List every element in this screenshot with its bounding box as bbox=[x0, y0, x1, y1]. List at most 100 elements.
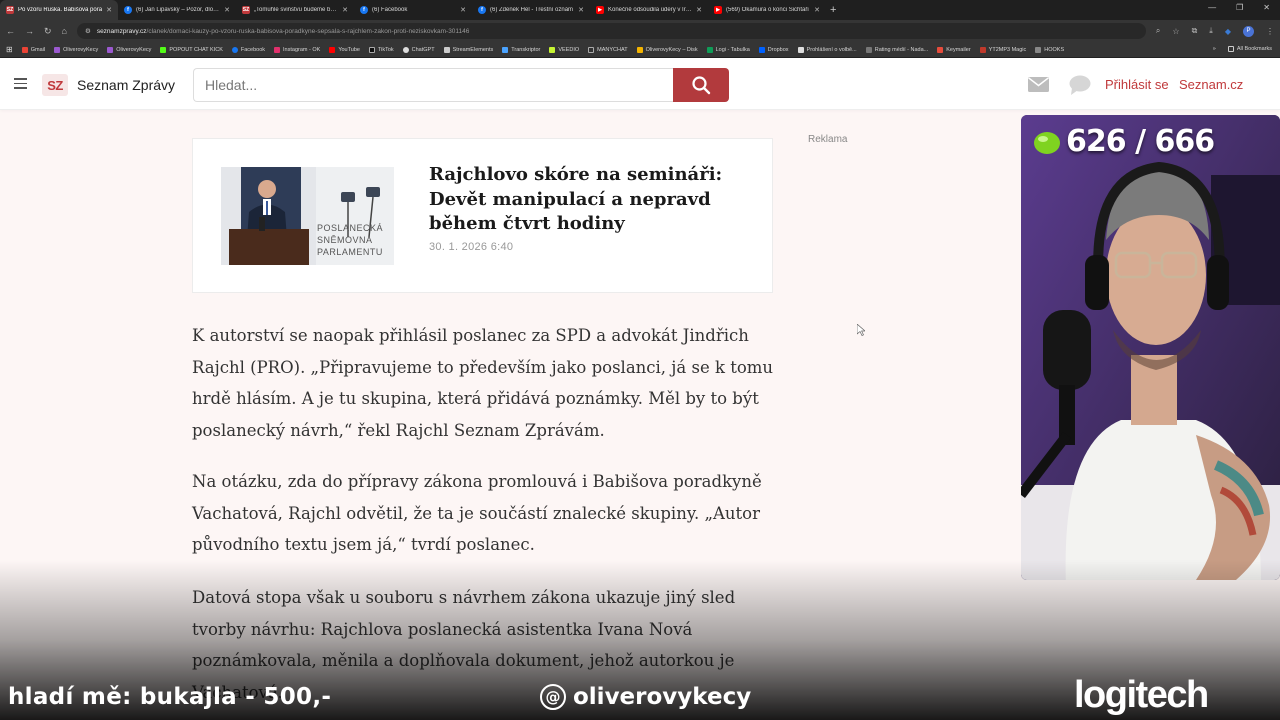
sheets-icon bbox=[706, 46, 713, 53]
extensions-icon[interactable]: ⧉ bbox=[1192, 26, 1198, 36]
related-article-date: 30. 1. 2026 6:40 bbox=[429, 241, 514, 253]
veed-icon bbox=[549, 46, 556, 53]
related-article-card[interactable]: POSLANECKÁ SNĚMOVNA PARLAMENTU Rajchlovo… bbox=[192, 138, 773, 293]
close-icon[interactable]: ✕ bbox=[342, 6, 348, 14]
browser-tab-bar: SZ Po vzoru Ruska. Babišova pora ✕ f (6)… bbox=[0, 0, 1280, 20]
browser-tab[interactable]: f (6) Zdenek Hel - Trestní oznám ✕ bbox=[472, 0, 590, 20]
bookmark-favicon-icon bbox=[54, 46, 61, 53]
back-icon[interactable]: ← bbox=[6, 26, 15, 36]
maximize-icon[interactable]: ❐ bbox=[1236, 3, 1243, 12]
tab-title: (6) Zdenek Hel - Trestní oznám bbox=[490, 7, 574, 13]
hamburger-menu-icon[interactable] bbox=[14, 78, 27, 92]
dropbox-icon bbox=[758, 46, 765, 53]
youtube-icon: ▶ bbox=[596, 6, 604, 14]
chat-icon[interactable] bbox=[1069, 75, 1091, 95]
bookmark-item[interactable]: Facebook bbox=[231, 46, 265, 53]
bookmark-star-icon[interactable]: ☆ bbox=[1172, 27, 1179, 36]
logo-badge[interactable]: SZ bbox=[42, 74, 68, 96]
tab-title: Konečně odsoudila údery v Írán bbox=[608, 7, 693, 13]
yt2mp3-icon bbox=[979, 46, 986, 53]
ad-label: Reklama bbox=[808, 134, 848, 145]
close-icon[interactable]: ✕ bbox=[578, 6, 584, 14]
bookmark-item[interactable]: OliverovyKecy bbox=[107, 46, 151, 53]
keymailer-icon bbox=[937, 46, 944, 53]
bookmark-item[interactable]: OliverovyKecy bbox=[54, 46, 98, 53]
tab-title: (569) Okamura o konci Šichtaři bbox=[726, 7, 809, 13]
browser-tab[interactable]: ▶ (569) Okamura o konci Šichtaři ✕ bbox=[708, 0, 826, 20]
site-info-icon[interactable]: ⚙ bbox=[85, 27, 91, 35]
minimize-icon[interactable]: — bbox=[1208, 3, 1216, 12]
bookmark-favicon-icon bbox=[865, 46, 872, 53]
bookmark-item[interactable]: Gmail bbox=[21, 46, 45, 53]
logo-text[interactable]: Seznam Zprávy bbox=[77, 77, 175, 93]
more-bookmarks-icon[interactable]: » bbox=[1213, 46, 1216, 52]
bookmark-item[interactable]: POPOUT CHAT KICK bbox=[160, 46, 223, 53]
download-icon[interactable]: ⤓ bbox=[1209, 26, 1213, 36]
bookmark-item[interactable]: TikTok bbox=[368, 46, 394, 53]
bookmark-item[interactable]: Transkriptor bbox=[502, 46, 540, 53]
bookmark-item[interactable]: Instagram - OK bbox=[274, 46, 320, 53]
facebook-icon: f bbox=[478, 6, 486, 14]
streamer-video bbox=[1021, 115, 1280, 580]
browser-tab[interactable]: f (6) Jan Lipavský – Pozor, dlouhé ✕ bbox=[118, 0, 236, 20]
facebook-icon bbox=[231, 46, 238, 53]
bookmark-item[interactable]: ChatGPT bbox=[402, 46, 435, 53]
tab-title: (6) Facebook bbox=[372, 7, 408, 13]
bookmark-item[interactable]: YT2MP3 Magic bbox=[979, 46, 1026, 53]
search-button[interactable] bbox=[673, 68, 729, 102]
handle-text: oliverovykecy bbox=[573, 684, 752, 710]
bookmark-item[interactable]: Prohlášení o volbě... bbox=[797, 46, 857, 53]
article-thumbnail[interactable]: POSLANECKÁ SNĚMOVNA PARLAMENTU bbox=[221, 167, 394, 265]
follower-counter: 626 / 666 bbox=[1032, 124, 1215, 159]
url-field[interactable]: ⚙ seznamzpravy.cz/clanek/domaci-kauzy-po… bbox=[76, 23, 1146, 39]
browser-tab[interactable]: ▶ Konečně odsoudila údery v Írán ✕ bbox=[590, 0, 708, 20]
lime-icon bbox=[1034, 131, 1060, 154]
bookmark-item[interactable]: StreamElements bbox=[443, 46, 493, 53]
close-icon[interactable]: ✕ bbox=[224, 6, 230, 14]
new-tab-icon[interactable]: + bbox=[830, 4, 836, 16]
browser-tab[interactable]: SZ Po vzoru Ruska. Babišova pora ✕ bbox=[0, 0, 118, 20]
close-icon[interactable]: ✕ bbox=[106, 6, 112, 14]
close-icon[interactable]: ✕ bbox=[814, 6, 820, 14]
close-icon[interactable]: ✕ bbox=[460, 6, 466, 14]
close-icon[interactable]: ✕ bbox=[696, 6, 702, 14]
bookmark-item[interactable]: Logi - Tabulka bbox=[706, 46, 750, 53]
facebook-icon: f bbox=[124, 6, 132, 14]
bookmark-item[interactable]: MANYCHAT bbox=[588, 46, 628, 53]
login-link[interactable]: Přihlásit se bbox=[1105, 77, 1169, 92]
bookmark-item[interactable]: YouTube bbox=[329, 46, 360, 53]
tab-title: (6) Jan Lipavský – Pozor, dlouhé bbox=[136, 7, 221, 13]
bookmark-item[interactable]: Rating médií - Nada... bbox=[865, 46, 928, 53]
sz-icon: SZ bbox=[242, 6, 250, 14]
bookmark-item[interactable]: HOOKS bbox=[1035, 46, 1064, 53]
related-article-title[interactable]: Rajchlovo skóre na semináři: Devět manip… bbox=[429, 163, 759, 237]
profile-avatar[interactable]: P bbox=[1243, 25, 1254, 37]
window-controls: — ❐ ✕ bbox=[1208, 3, 1270, 12]
bookmark-item[interactable]: OliverovyKecy – Disk bbox=[636, 46, 698, 53]
bookmark-item[interactable]: Dropbox bbox=[758, 46, 789, 53]
apps-grid-icon[interactable]: ⊞ bbox=[6, 45, 13, 54]
bookmark-item[interactable]: Keymailer bbox=[937, 46, 971, 53]
forward-icon[interactable]: → bbox=[25, 26, 34, 36]
mouse-cursor-icon bbox=[857, 324, 865, 336]
tab-title: Po vzoru Ruska. Babišova pora bbox=[18, 7, 103, 13]
search-input[interactable] bbox=[193, 68, 674, 102]
browser-tab[interactable]: f (6) Facebook ✕ bbox=[354, 0, 472, 20]
hooks-icon bbox=[1035, 46, 1042, 53]
bookmark-item[interactable]: VEEDIO bbox=[549, 46, 579, 53]
reload-icon[interactable]: ↻ bbox=[44, 26, 52, 37]
window-close-icon[interactable]: ✕ bbox=[1263, 3, 1270, 12]
home-icon[interactable]: ⌂ bbox=[62, 26, 67, 36]
folder-icon bbox=[797, 46, 804, 53]
tab-title: „Tomuhle svinstvu budeme bráni bbox=[254, 7, 339, 13]
mail-icon[interactable] bbox=[1028, 77, 1049, 92]
webcam-overlay bbox=[1021, 115, 1280, 580]
tiktok-icon bbox=[368, 46, 375, 53]
extension-icon[interactable]: ◆ bbox=[1225, 27, 1231, 36]
zoom-icon[interactable]: ⌕ bbox=[1156, 26, 1160, 36]
seznam-link[interactable]: Seznam.cz bbox=[1179, 77, 1243, 92]
instagram-icon bbox=[274, 46, 281, 53]
browser-tab[interactable]: SZ „Tomuhle svinstvu budeme bráni ✕ bbox=[236, 0, 354, 20]
all-bookmarks[interactable]: All Bookmarks bbox=[1227, 46, 1272, 52]
menu-dots-icon[interactable]: ⋮ bbox=[1266, 27, 1274, 36]
